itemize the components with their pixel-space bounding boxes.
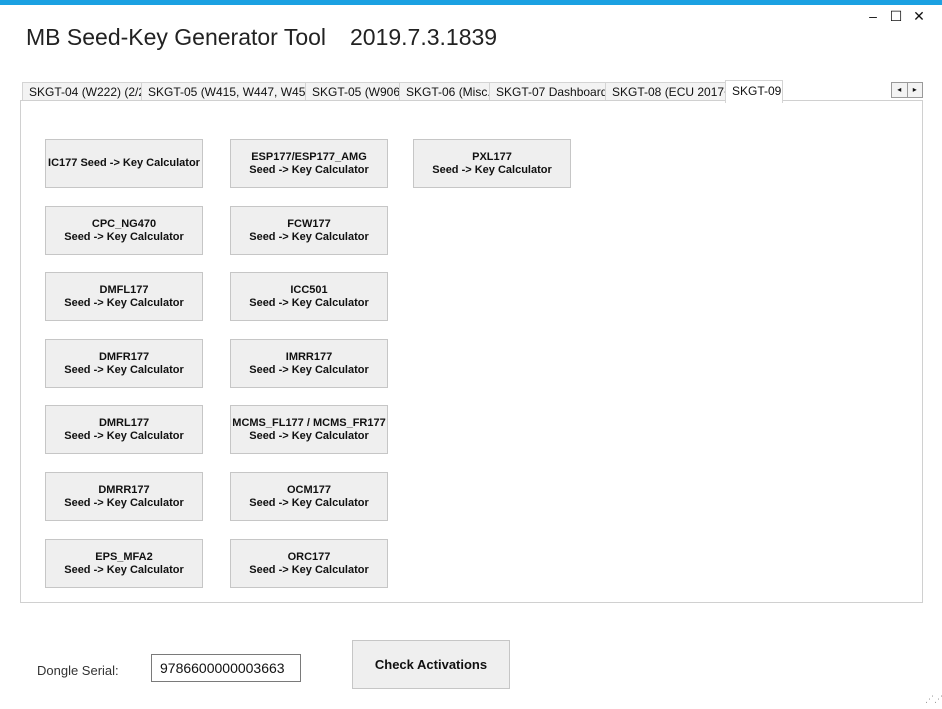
tab-skgt-06[interactable]: SKGT-06 (Misc.) bbox=[399, 82, 495, 102]
cpc-ng470-calculator-button[interactable]: CPC_NG470 Seed -> Key Calculator bbox=[45, 206, 203, 255]
icc501-calculator-button[interactable]: ICC501 Seed -> Key Calculator bbox=[230, 272, 388, 321]
button-sublabel: Seed -> Key Calculator bbox=[249, 163, 369, 176]
button-label: DMRL177 bbox=[98, 416, 150, 429]
button-sublabel: Seed -> Key Calculator bbox=[64, 429, 184, 442]
button-label: ORC177 bbox=[287, 550, 331, 563]
button-label: FCW177 bbox=[287, 217, 331, 230]
eps-mfa2-calculator-button[interactable]: EPS_MFA2 Seed -> Key Calculator bbox=[45, 539, 203, 588]
button-sublabel: Seed -> Key Calculator bbox=[64, 296, 184, 309]
button-label: DMFR177 bbox=[98, 350, 150, 363]
button-sublabel: Seed -> Key Calculator bbox=[249, 496, 369, 509]
tab-skgt-05-w906[interactable]: SKGT-05 (W906) bbox=[305, 82, 404, 102]
pxl177-calculator-button[interactable]: PXL177 Seed -> Key Calculator bbox=[413, 139, 571, 188]
tab-skgt-08[interactable]: SKGT-08 (ECU 2017+) bbox=[605, 82, 735, 102]
button-label: EPS_MFA2 bbox=[95, 550, 153, 563]
app-title: MB Seed-Key Generator Tool bbox=[26, 24, 327, 50]
button-sublabel: Seed -> Key Calculator bbox=[249, 296, 369, 309]
button-sublabel: Seed -> Key Calculator bbox=[249, 363, 369, 376]
button-label: ESP177/ESP177_AMG bbox=[251, 150, 367, 163]
imrr177-calculator-button[interactable]: IMRR177 Seed -> Key Calculator bbox=[230, 339, 388, 388]
dmfr177-calculator-button[interactable]: DMFR177 Seed -> Key Calculator bbox=[45, 339, 203, 388]
tab-scroll-left-icon[interactable]: ◂ bbox=[892, 83, 908, 97]
button-sublabel: Seed -> Key Calculator bbox=[249, 230, 369, 243]
button-sublabel: Seed -> Key Calculator bbox=[249, 429, 369, 442]
tab-skgt-05-w415[interactable]: SKGT-05 (W415, W447, W453) bbox=[141, 82, 316, 102]
button-sublabel: Seed -> Key Calculator bbox=[64, 363, 184, 376]
button-sublabel: Seed -> Key Calculator bbox=[64, 563, 184, 576]
tab-skgt-09[interactable]: SKGT-09 bbox=[725, 80, 783, 103]
button-label: IC177 Seed -> Key Calculator bbox=[48, 157, 200, 169]
button-sublabel: Seed -> Key Calculator bbox=[432, 163, 552, 176]
minimize-button[interactable]: – bbox=[864, 8, 882, 24]
tab-scroll-buttons: ◂ ▸ bbox=[891, 82, 923, 98]
close-button[interactable]: ✕ bbox=[910, 8, 928, 24]
button-sublabel: Seed -> Key Calculator bbox=[64, 230, 184, 243]
tab-scroll-right-icon[interactable]: ▸ bbox=[908, 83, 923, 97]
button-label: DMFL177 bbox=[99, 283, 149, 296]
orc177-calculator-button[interactable]: ORC177 Seed -> Key Calculator bbox=[230, 539, 388, 588]
dongle-serial-label: Dongle Serial: bbox=[37, 663, 119, 678]
button-sublabel: Seed -> Key Calculator bbox=[249, 563, 369, 576]
ocm177-calculator-button[interactable]: OCM177 Seed -> Key Calculator bbox=[230, 472, 388, 521]
app-version: 2019.7.3.1839 bbox=[350, 24, 498, 50]
button-sublabel: Seed -> Key Calculator bbox=[64, 496, 184, 509]
button-label: CPC_NG470 bbox=[91, 217, 157, 230]
dmrr177-calculator-button[interactable]: DMRR177 Seed -> Key Calculator bbox=[45, 472, 203, 521]
resize-grip-icon[interactable]: ⋰⋰ bbox=[925, 694, 942, 705]
button-label: PXL177 bbox=[472, 150, 512, 163]
dmfl177-calculator-button[interactable]: DMFL177 Seed -> Key Calculator bbox=[45, 272, 203, 321]
ic177-calculator-button[interactable]: IC177 Seed -> Key Calculator bbox=[45, 139, 203, 188]
button-label: OCM177 bbox=[286, 483, 332, 496]
fcw177-calculator-button[interactable]: FCW177 Seed -> Key Calculator bbox=[230, 206, 388, 255]
button-label: ICC501 bbox=[290, 283, 328, 296]
tab-skgt-04[interactable]: SKGT-04 (W222) (2/2) bbox=[22, 82, 149, 102]
mcms-calculator-button[interactable]: MCMS_FL177 / MCMS_FR177 Seed -> Key Calc… bbox=[230, 405, 388, 454]
esp177-calculator-button[interactable]: ESP177/ESP177_AMG Seed -> Key Calculator bbox=[230, 139, 388, 188]
button-label: IMRR177 bbox=[285, 350, 333, 363]
dmrl177-calculator-button[interactable]: DMRL177 Seed -> Key Calculator bbox=[45, 405, 203, 454]
tab-skgt-07[interactable]: SKGT-07 Dashboards bbox=[489, 82, 613, 102]
check-activations-button[interactable]: Check Activations bbox=[352, 640, 510, 689]
button-label: DMRR177 bbox=[98, 483, 150, 496]
dongle-serial-input[interactable] bbox=[151, 654, 301, 682]
maximize-button[interactable]: ☐ bbox=[887, 8, 905, 24]
window-accent-bar bbox=[0, 0, 942, 5]
button-label: MCMS_FL177 / MCMS_FR177 bbox=[232, 416, 386, 429]
